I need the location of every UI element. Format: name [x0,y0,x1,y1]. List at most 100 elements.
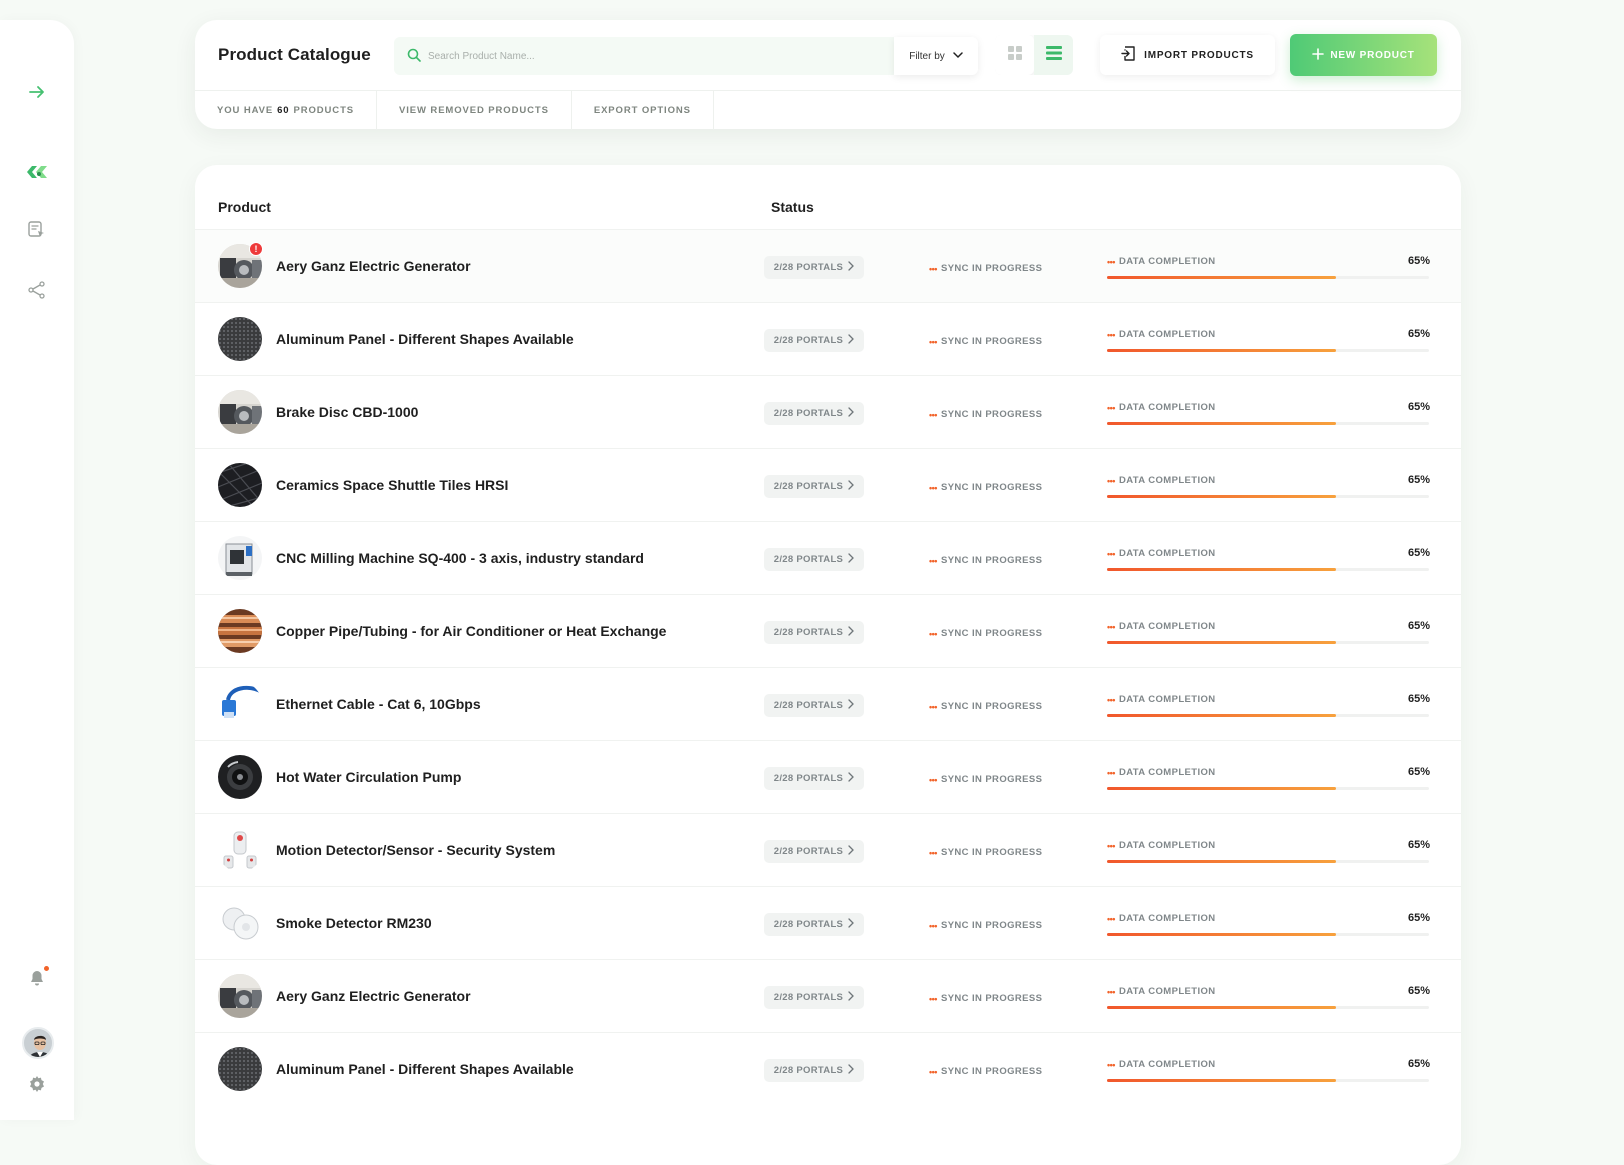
completion-text: DATA COMPLETION [1118,329,1216,340]
product-name[interactable]: Ceramics Space Shuttle Tiles HRSI [276,477,508,493]
search-box[interactable] [394,37,894,75]
sync-dots-icon: ••• [929,1066,937,1077]
portals-label: 2/28 PORTALS [773,335,844,346]
export-options-link[interactable]: EXPORT OPTIONS [572,91,714,130]
share-icon[interactable] [23,276,51,304]
product-name[interactable]: CNC Milling Machine SQ-400 - 3 axis, ind… [276,550,644,566]
portals-button[interactable]: 2/28 PORTALS [764,402,864,425]
new-product-label: NEW PRODUCT [1330,49,1415,61]
table-row[interactable]: Smoke Detector RM230 2/28 PORTALS ••• SY… [195,886,1461,959]
product-name[interactable]: Motion Detector/Sensor - Security System [276,842,555,858]
table-row[interactable]: Aery Ganz Electric Generator 2/28 PORTAL… [195,959,1461,1032]
table-row[interactable]: Copper Pipe/Tubing - for Air Conditioner… [195,594,1461,667]
product-name[interactable]: Brake Disc CBD-1000 [276,404,418,420]
table-row[interactable]: Motion Detector/Sensor - Security System… [195,813,1461,886]
product-name[interactable]: Aluminum Panel - Different Shapes Availa… [276,331,574,347]
column-header-product: Product [218,199,271,215]
completion-bar-fill [1107,495,1336,498]
portals-button[interactable]: 2/28 PORTALS [764,986,864,1009]
sync-status: ••• SYNC IN PROGRESS [929,920,1042,931]
portals-button[interactable]: 2/28 PORTALS [764,840,864,863]
sync-status: ••• SYNC IN PROGRESS [929,263,1042,274]
table-row[interactable]: ! Aery Ganz Electric Generator 2/28 PORT… [195,229,1461,302]
filter-dropdown[interactable]: Filter by [894,37,978,75]
product-name[interactable]: Aluminum Panel - Different Shapes Availa… [276,1061,574,1077]
portals-button[interactable]: 2/28 PORTALS [764,329,864,352]
completion-dots-icon: ••• [1107,256,1115,267]
portals-button[interactable]: 2/28 PORTALS [764,694,864,717]
table-row[interactable]: Hot Water Circulation Pump 2/28 PORTALS … [195,740,1461,813]
completion-dots-icon: ••• [1107,694,1115,705]
search-input[interactable] [428,37,878,75]
data-completion-label: ••• DATA COMPLETION [1107,475,1216,486]
completion-percent: 65% [1407,839,1430,851]
completion-percent: 65% [1407,401,1430,413]
bell-icon[interactable] [23,964,51,992]
completion-dots-icon: ••• [1107,840,1115,851]
portals-button[interactable]: 2/28 PORTALS [764,256,864,279]
list-view-button[interactable] [1034,35,1073,75]
column-header-status: Status [771,199,814,215]
completion-bar-fill [1107,1006,1336,1009]
sync-dots-icon: ••• [929,774,937,785]
sync-label: SYNC IN PROGRESS [940,847,1043,858]
avatar[interactable] [22,1027,54,1059]
product-name[interactable]: Ethernet Cable - Cat 6, 10Gbps [276,696,481,712]
table-row[interactable]: Aluminum Panel - Different Shapes Availa… [195,302,1461,375]
completion-text: DATA COMPLETION [1118,621,1216,632]
chevron-right-icon [848,334,855,347]
data-completion-label: ••• DATA COMPLETION [1107,621,1216,632]
import-products-button[interactable]: IMPORT PRODUCTS [1100,35,1275,75]
completion-dots-icon: ••• [1107,986,1115,997]
portals-button[interactable]: 2/28 PORTALS [764,621,864,644]
table-row[interactable]: Ceramics Space Shuttle Tiles HRSI 2/28 P… [195,448,1461,521]
tag-discount-icon[interactable] [23,158,51,186]
sync-label: SYNC IN PROGRESS [940,993,1043,1004]
completion-bar [1107,714,1429,717]
completion-dots-icon: ••• [1107,548,1115,559]
portals-button[interactable]: 2/28 PORTALS [764,475,864,498]
sync-status: ••• SYNC IN PROGRESS [929,409,1042,420]
alert-badge: ! [249,242,263,256]
data-completion-label: ••• DATA COMPLETION [1107,1059,1216,1070]
table-row[interactable]: Aluminum Panel - Different Shapes Availa… [195,1032,1461,1105]
portals-button[interactable]: 2/28 PORTALS [764,548,864,571]
product-name[interactable]: Hot Water Circulation Pump [276,769,461,785]
gear-icon[interactable] [23,1070,51,1098]
import-icon [1121,46,1136,64]
product-thumbnail [218,609,262,653]
table-row[interactable]: CNC Milling Machine SQ-400 - 3 axis, ind… [195,521,1461,594]
view-toggle [995,35,1073,75]
product-name[interactable]: Copper Pipe/Tubing - for Air Conditioner… [276,623,666,639]
product-thumbnail [218,1047,262,1091]
new-product-button[interactable]: NEW PRODUCT [1290,34,1437,76]
completion-bar-fill [1107,787,1336,790]
completion-text: DATA COMPLETION [1118,548,1216,559]
table-row[interactable]: Brake Disc CBD-1000 2/28 PORTALS ••• SYN… [195,375,1461,448]
grid-view-button[interactable] [995,35,1034,75]
data-completion-label: ••• DATA COMPLETION [1107,402,1216,413]
completion-percent: 65% [1407,985,1430,997]
view-removed-link[interactable]: VIEW REMOVED PRODUCTS [377,91,572,130]
catalogue-click-icon[interactable] [23,216,51,244]
portals-button[interactable]: 2/28 PORTALS [764,913,864,936]
completion-percent: 65% [1407,255,1430,267]
table-row[interactable]: Ethernet Cable - Cat 6, 10Gbps 2/28 PORT… [195,667,1461,740]
chevron-right-icon [848,1064,855,1077]
completion-text: DATA COMPLETION [1118,256,1216,267]
product-thumbnail [218,536,262,580]
product-name[interactable]: Aery Ganz Electric Generator [276,988,471,1004]
portals-button[interactable]: 2/28 PORTALS [764,767,864,790]
completion-percent: 65% [1407,547,1430,559]
portals-button[interactable]: 2/28 PORTALS [764,1059,864,1082]
portals-label: 2/28 PORTALS [773,408,844,419]
sync-label: SYNC IN PROGRESS [940,482,1043,493]
grid-icon [1007,45,1022,65]
sync-status: ••• SYNC IN PROGRESS [929,701,1042,712]
product-name[interactable]: Aery Ganz Electric Generator [276,258,471,274]
product-name[interactable]: Smoke Detector RM230 [276,915,432,931]
sync-label: SYNC IN PROGRESS [940,263,1043,274]
data-completion-label: ••• DATA COMPLETION [1107,329,1216,340]
sync-dots-icon: ••• [929,701,937,712]
expand-arrow-icon[interactable] [23,78,51,106]
